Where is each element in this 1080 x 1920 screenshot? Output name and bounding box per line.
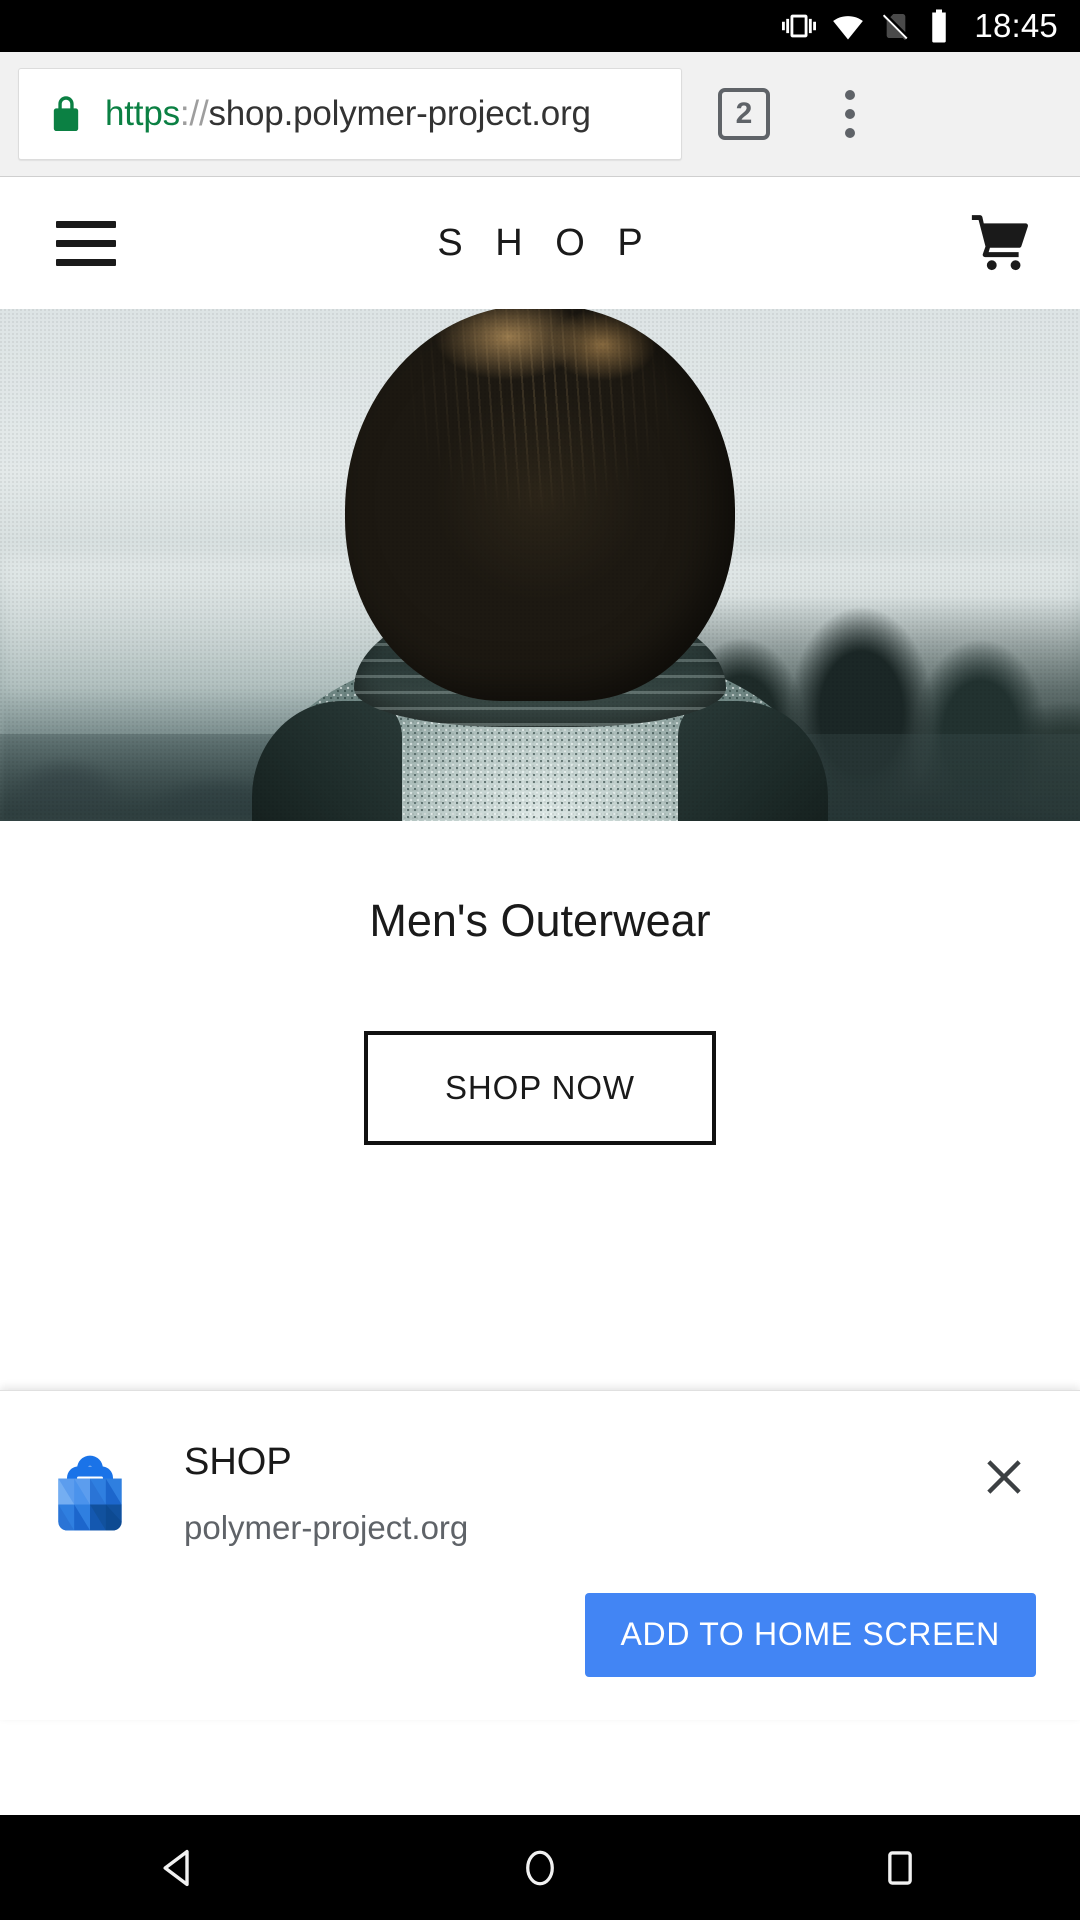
overflow-menu-icon[interactable] [820,79,880,149]
browser-toolbar: https://shop.polymer-project.org 2 [0,52,1080,177]
banner-info-row: SHOP polymer-project.org [0,1391,1080,1547]
hero-hair-strands [345,309,735,701]
no-sim-icon [880,9,912,43]
banner-text-block: SHOP polymer-project.org [184,1441,972,1547]
home-circle-icon[interactable] [465,1815,615,1920]
hero-subject-arm-left [252,701,402,821]
battery-icon [926,8,952,44]
hero-image [0,309,1080,821]
tab-count-label: 2 [735,97,753,130]
banner-app-origin: polymer-project.org [184,1508,469,1546]
recents-square-icon[interactable] [825,1815,975,1920]
wifi-icon [830,9,866,43]
promo-section: Men's Outerwear SHOP NOW [0,821,1080,1145]
menu-dot [845,128,855,138]
url-scheme: https [105,94,180,133]
promo-title: Men's Outerwear [369,895,711,946]
add-to-home-screen-button[interactable]: ADD TO HOME SCREEN [584,1592,1036,1677]
hero-subject [252,309,828,821]
shop-now-button[interactable]: SHOP NOW [364,1031,716,1145]
hamburger-line [56,239,116,247]
shop-bag-app-icon [44,1447,136,1539]
status-bar-clock: 18:45 [974,7,1058,44]
android-navigation-bar [0,1815,1080,1920]
menu-dot [845,109,855,119]
hero-subject-arm-right [678,701,828,821]
banner-app-name: SHOP [184,1441,292,1483]
hamburger-menu-icon[interactable] [56,220,116,266]
close-icon[interactable] [972,1445,1036,1509]
menu-dot [845,90,855,100]
tab-counter-button[interactable]: 2 [718,88,770,140]
page-title: S H O P [437,221,654,264]
hamburger-line [56,258,116,266]
url-bar[interactable]: https://shop.polymer-project.org [18,68,682,160]
banner-actions-row: ADD TO HOME SCREEN [0,1547,1080,1677]
vibrate-icon [782,9,817,43]
app-header: S H O P [0,177,1080,309]
android-status-bar: 18:45 [0,0,1080,52]
url-text: https://shop.polymer-project.org [105,94,591,134]
hero-subject-hair [345,309,735,701]
hamburger-line [56,220,116,228]
url-host: shop.polymer-project.org [208,94,591,133]
lock-icon [49,94,83,134]
add-to-home-screen-banner: SHOP polymer-project.org ADD TO HOME SCR… [0,1390,1080,1720]
back-triangle-icon[interactable] [105,1815,255,1920]
shopping-cart-icon[interactable] [964,212,1034,274]
url-separator: :// [179,94,209,133]
